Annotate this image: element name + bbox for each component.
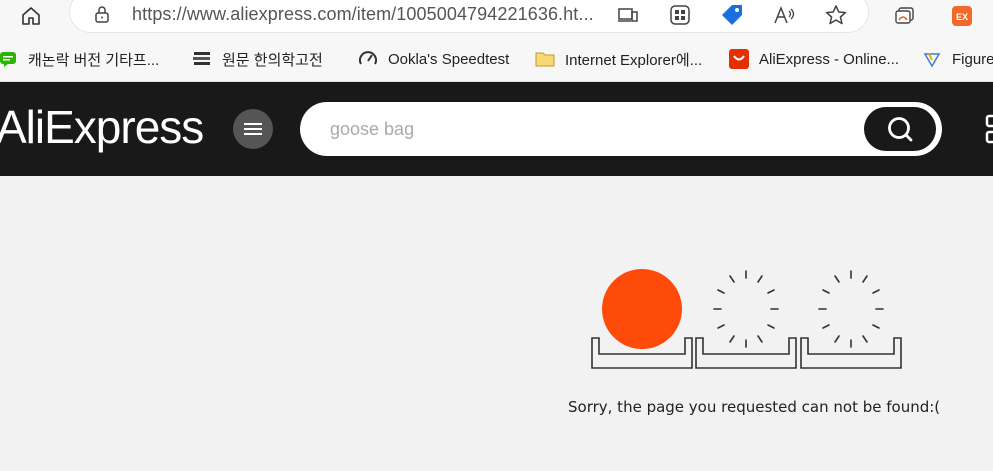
lock-icon[interactable] bbox=[94, 5, 110, 28]
url-text[interactable]: https://www.aliexpress.com/item/10050047… bbox=[132, 4, 594, 25]
bookmark-item[interactable]: Ookla's Speedtest bbox=[358, 48, 509, 70]
bookmark-item[interactable]: Figure bbox=[922, 48, 993, 70]
error-message: Sorry, the page you requested can not be… bbox=[568, 398, 941, 416]
apps-icon[interactable] bbox=[668, 4, 692, 26]
bookmark-item[interactable]: Internet Explorer에... bbox=[535, 48, 702, 70]
error-illustration bbox=[590, 262, 904, 374]
books-icon bbox=[192, 49, 212, 69]
favorite-star-icon[interactable] bbox=[824, 4, 848, 26]
bookmark-label: Internet Explorer에... bbox=[565, 51, 703, 69]
search-button[interactable] bbox=[864, 107, 936, 151]
site-header: AliExpress bbox=[0, 82, 993, 176]
folder-icon bbox=[535, 49, 555, 69]
bookmarks-bar: 캐논락 버전 기타프... 원문 한의학고전 Ookla's Speedtest… bbox=[0, 38, 993, 82]
loading-burst-1 bbox=[713, 270, 779, 348]
sun-circle bbox=[602, 269, 682, 349]
cart-icon[interactable] bbox=[982, 112, 993, 146]
bookmark-label: Ookla's Speedtest bbox=[388, 50, 510, 68]
speedometer-icon bbox=[358, 49, 378, 69]
chat-bubble-icon bbox=[0, 49, 18, 69]
address-bar[interactable]: https://www.aliexpress.com/item/10050047… bbox=[70, 0, 868, 32]
read-aloud-icon[interactable] bbox=[772, 4, 796, 26]
search-input[interactable] bbox=[330, 116, 850, 142]
coupon-tag-icon[interactable] bbox=[720, 4, 744, 26]
extension-icon[interactable]: EX bbox=[950, 4, 974, 28]
bookmark-item[interactable]: 원문 한의학고전 bbox=[192, 48, 323, 70]
loading-burst-2 bbox=[818, 270, 884, 348]
hamburger-icon bbox=[244, 123, 262, 135]
bookmark-item[interactable]: 캐논락 버전 기타프... bbox=[0, 48, 159, 70]
bookmark-label: 캐논락 버전 기타프... bbox=[28, 51, 160, 69]
svg-text:EX: EX bbox=[956, 12, 968, 22]
aliexpress-icon bbox=[729, 49, 749, 69]
bookmark-label: 원문 한의학고전 bbox=[222, 51, 323, 69]
menu-button[interactable] bbox=[233, 109, 273, 149]
home-icon[interactable] bbox=[16, 2, 46, 30]
aliexpress-logo[interactable]: AliExpress bbox=[0, 100, 204, 154]
bookmark-item[interactable]: AliExpress - Online... bbox=[729, 48, 899, 70]
browser-toolbar: https://www.aliexpress.com/item/10050047… bbox=[0, 0, 993, 38]
collections-icon[interactable] bbox=[893, 4, 917, 28]
search-box bbox=[300, 102, 942, 156]
figure-icon bbox=[922, 49, 942, 69]
bookmark-label: Figure bbox=[952, 50, 993, 68]
search-icon bbox=[888, 117, 913, 142]
device-icon[interactable] bbox=[616, 4, 640, 26]
bookmark-label: AliExpress - Online... bbox=[759, 50, 900, 68]
